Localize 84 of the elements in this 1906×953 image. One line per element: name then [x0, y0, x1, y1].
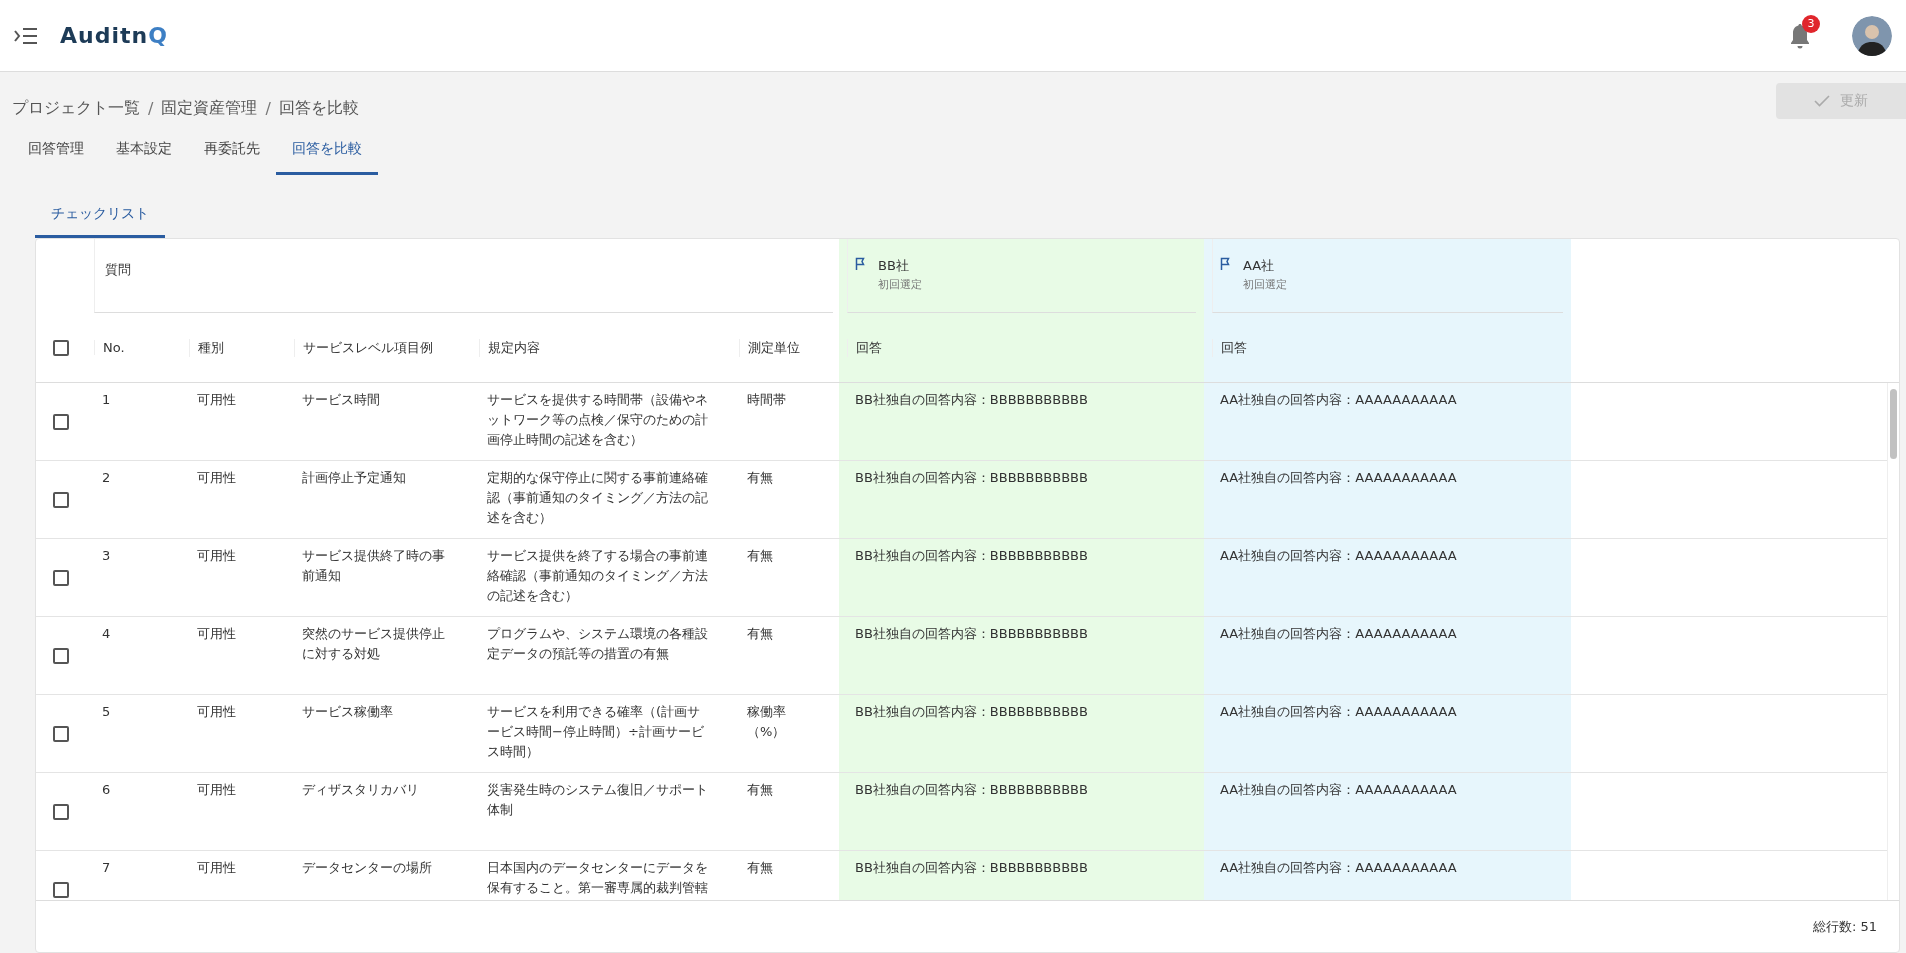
- table-cell: サービス時間: [302, 392, 380, 407]
- row-checkbox[interactable]: [53, 647, 69, 664]
- column-header: 測定単位: [739, 338, 800, 357]
- table-cell: 有無: [747, 860, 773, 875]
- table-cell: BB社独自の回答内容：BBBBBBBBBBB: [855, 470, 1088, 485]
- table-cell: サービス稼働率: [302, 704, 393, 719]
- table-cell: 可用性: [197, 626, 236, 641]
- table-cell: 可用性: [197, 704, 236, 719]
- table-cell: AA社独自の回答内容：AAAAAAAAAAA: [1220, 704, 1457, 719]
- table-cell: BB社独自の回答内容：BBBBBBBBBBB: [855, 704, 1088, 719]
- breadcrumb-link[interactable]: 固定資産管理: [161, 97, 258, 119]
- table-cell: 稼働率（%）: [747, 704, 786, 739]
- table-cell: 有無: [747, 470, 773, 485]
- column-header: 規定内容: [479, 338, 540, 357]
- tab[interactable]: 回答を比較: [276, 130, 378, 175]
- table-cell: サービス提供終了時の事前通知: [302, 548, 445, 583]
- breadcrumb-separator: /: [148, 98, 154, 118]
- column-header: サービスレベル項目例: [294, 338, 433, 357]
- column-header: No.: [94, 340, 125, 355]
- table-cell: 可用性: [197, 782, 236, 797]
- table-cell: 4: [102, 626, 111, 641]
- company-note: 初回選定: [878, 278, 922, 292]
- column-header: 回答: [847, 338, 882, 357]
- table-cell: 可用性: [197, 392, 236, 407]
- column-header: 種別: [189, 338, 224, 357]
- table-cell: 7: [102, 860, 111, 875]
- table-cell: BB社独自の回答内容：BBBBBBBBBBB: [855, 548, 1088, 563]
- table-cell: サービス提供を終了する場合の事前連絡確認（事前通知のタイミング／方法の記述を含む）: [487, 548, 708, 603]
- table-cell: 可用性: [197, 860, 236, 875]
- breadcrumb-link[interactable]: プロジェクト一覧: [12, 97, 140, 119]
- table-cell: データセンターの場所: [302, 860, 432, 875]
- tab[interactable]: 基本設定: [100, 130, 188, 175]
- table-cell: 5: [102, 704, 111, 719]
- table-cell: AA社独自の回答内容：AAAAAAAAAAA: [1220, 470, 1457, 485]
- row-count: 総行数: 51: [1812, 917, 1877, 936]
- column-header: 回答: [1212, 338, 1247, 357]
- table-cell: 可用性: [197, 548, 236, 563]
- table-cell: 時間帯: [747, 392, 786, 407]
- table-cell: AA社独自の回答内容：AAAAAAAAAAA: [1220, 782, 1457, 797]
- table-cell: 突然のサービス提供停止に対する対処: [302, 626, 445, 661]
- table-cell: プログラムや、システム環境の各種設定データの預託等の措置の有無: [487, 626, 708, 661]
- table-cell: AA社独自の回答内容：AAAAAAAAAAA: [1220, 548, 1457, 563]
- table-cell: 計画停止予定通知: [302, 470, 406, 485]
- table-cell: BB社独自の回答内容：BBBBBBBBBBB: [855, 626, 1088, 641]
- company-name: BB社: [878, 257, 910, 275]
- table-cell: AA社独自の回答内容：AAAAAAAAAAA: [1220, 860, 1457, 875]
- menu-icon[interactable]: [14, 26, 38, 45]
- table-cell: BB社独自の回答内容：BBBBBBBBBBB: [855, 392, 1088, 407]
- table-cell: AA社独自の回答内容：AAAAAAAAAAA: [1220, 626, 1457, 641]
- row-checkbox[interactable]: [53, 569, 69, 586]
- table-cell: サービスを提供する時間帯（設備やネットワーク等の点検／保守のための計画停止時間の記述を含む）: [487, 392, 708, 447]
- table-cell: 2: [102, 470, 111, 485]
- row-checkbox[interactable]: [53, 881, 69, 898]
- table-cell: サービスを利用できる確率（(計画サービス時間−停止時間）÷計画サービス時間）: [487, 704, 704, 759]
- table-cell: 可用性: [197, 470, 236, 485]
- table-cell: 有無: [747, 626, 773, 641]
- row-checkbox[interactable]: [53, 413, 69, 430]
- select-all-checkbox[interactable]: [53, 339, 69, 356]
- row-checkbox[interactable]: [53, 803, 69, 820]
- breadcrumb-separator: /: [265, 98, 271, 118]
- company-note: 初回選定: [1243, 278, 1287, 292]
- table-cell: BB社独自の回答内容：BBBBBBBBBBB: [855, 782, 1088, 797]
- logo: AuditnQ: [60, 23, 168, 48]
- tab[interactable]: 回答管理: [12, 130, 100, 175]
- table-cell: 3: [102, 548, 111, 563]
- table-cell: 日本国内のデータセンターにデータを保有すること。第一審専属的裁判管轄: [487, 860, 708, 895]
- table-cell: 有無: [747, 782, 773, 797]
- column-group-header: 質問: [94, 239, 833, 313]
- check-icon: [1814, 95, 1830, 107]
- row-checkbox[interactable]: [53, 491, 69, 508]
- tab[interactable]: 再委託先: [188, 130, 276, 175]
- table-cell: 有無: [747, 548, 773, 563]
- table-cell: 定期的な保守停止に関する事前連絡確認（事前通知のタイミング／方法の記述を含む）: [487, 470, 708, 525]
- notification-count: 3: [1802, 14, 1820, 33]
- table-cell: BB社独自の回答内容：BBBBBBBBBBB: [855, 860, 1088, 875]
- company-name: AA社: [1243, 257, 1276, 275]
- table-cell: AA社独自の回答内容：AAAAAAAAAAA: [1220, 392, 1457, 407]
- row-checkbox[interactable]: [53, 725, 69, 742]
- avatar[interactable]: [1852, 15, 1892, 56]
- scrollbar-thumb[interactable]: [1890, 389, 1897, 459]
- table-cell: ディザスタリカバリ: [302, 782, 419, 797]
- table-cell: 1: [102, 392, 111, 407]
- table-cell: 災害発生時のシステム復旧／サポート体制: [487, 782, 708, 817]
- table-cell: 6: [102, 782, 111, 797]
